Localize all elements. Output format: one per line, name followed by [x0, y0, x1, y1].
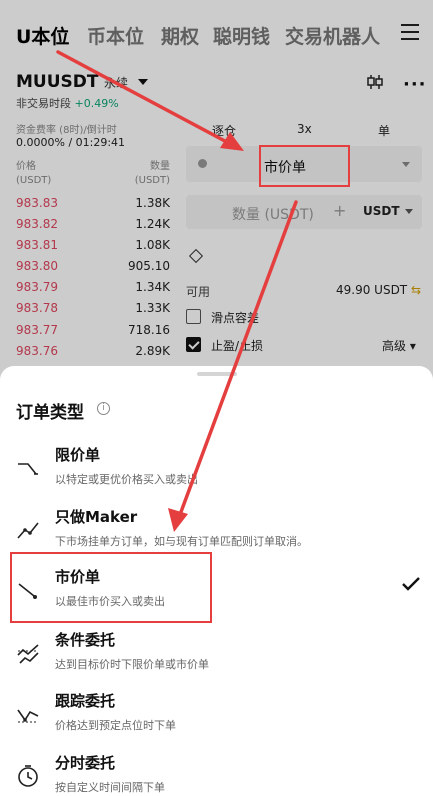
limit-order-icon — [18, 463, 38, 475]
option-twap-order[interactable]: 分时委托 按自定义时间间隔下单 — [0, 752, 433, 796]
maker-only-icon — [17, 522, 39, 539]
option-trailing-order[interactable]: 跟踪委托 价格达到预定点位时下单 — [0, 690, 433, 752]
option-limit-order[interactable]: 限价单 以特定或更优价格买入或卖出 — [0, 444, 433, 506]
trailing-order-icon — [17, 709, 39, 723]
annotation-highlight-order-type — [259, 145, 350, 187]
sheet-drag-handle[interactable] — [197, 372, 237, 376]
sheet-title: 订单类型 — [16, 403, 84, 423]
annotation-highlight-market-order — [10, 552, 212, 623]
twap-order-icon — [18, 765, 38, 787]
info-icon[interactable]: i — [97, 402, 110, 415]
option-conditional-order[interactable]: 条件委托 达到目标价时下限价单或市价单 — [0, 629, 433, 691]
conditional-order-icon — [17, 644, 39, 664]
check-icon — [402, 577, 420, 591]
